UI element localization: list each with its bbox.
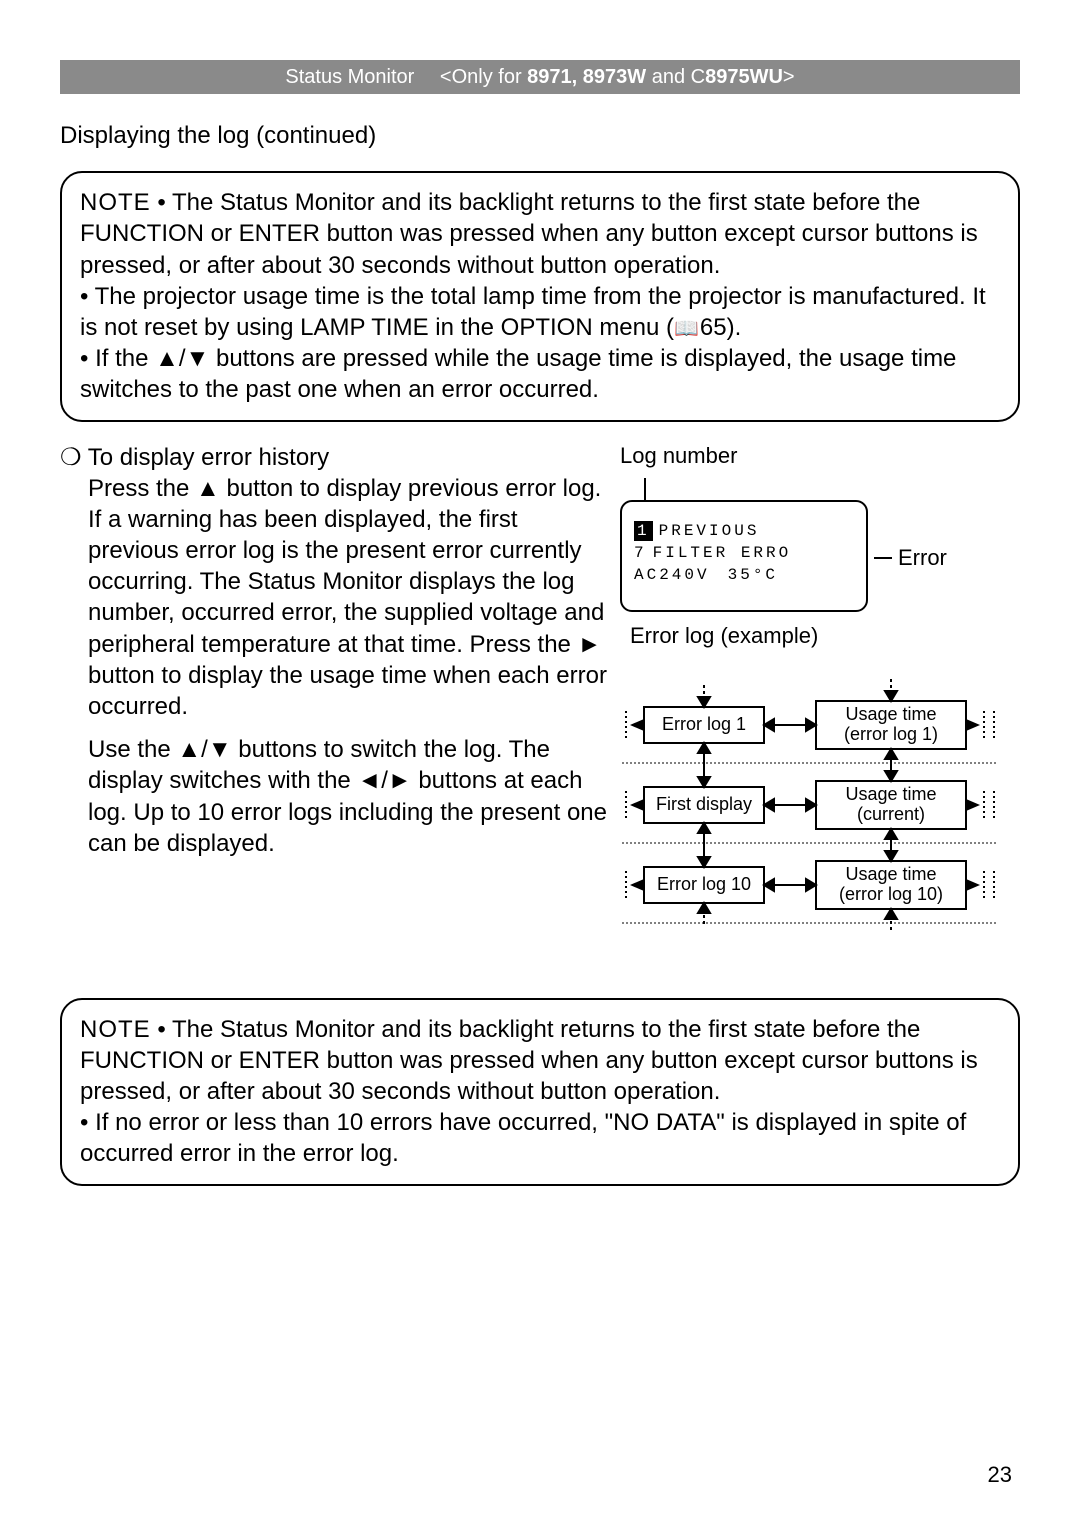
box-errorlog1: Error log 1 [662, 714, 746, 734]
row2-index: 7 [634, 543, 647, 564]
section-header: Status Monitor <Only for 8971, 8973W and… [60, 60, 1020, 94]
note2-line2: • If no error or less than 10 errors hav… [80, 1109, 966, 1167]
display-row-3: AC240V 35°C [634, 564, 854, 586]
row1-index: 1 [634, 521, 653, 542]
pointer-line [644, 478, 646, 500]
note-box-1: NOTE • The Status Monitor and its backli… [60, 171, 1020, 421]
status-monitor-display: 1 PREVIOUS 7 FILTER ERRO AC240V 35°C [620, 500, 868, 612]
section-name: Status Monitor [285, 66, 414, 88]
note1-line1: • The Status Monitor and its backlight r… [80, 189, 978, 278]
row3-right: 35°C [728, 565, 778, 586]
box-errorlog10: Error log 10 [657, 874, 751, 894]
note-lead: NOTE [80, 1016, 151, 1043]
display-row-1: 1 PREVIOUS [634, 520, 854, 542]
note1-line2-tail: ). [727, 314, 742, 341]
right-arrow-icon [578, 631, 602, 658]
up-arrow-icon [155, 345, 179, 372]
box-firstdisplay: First display [656, 794, 752, 814]
display-row-2: 7 FILTER ERRO [634, 542, 854, 564]
down-arrow-icon [208, 736, 232, 763]
left-arrow-icon [357, 767, 381, 794]
manual-page: Status Monitor <Only for 8971, 8973W and… [0, 0, 1080, 1532]
note1-ref: 65 [700, 314, 727, 341]
diagram-svg: Error log 1 First display Error log 10 U… [620, 667, 1000, 967]
right-arrow-icon [388, 767, 412, 794]
error-label: Error [898, 544, 947, 573]
note1-line2: • The projector usage time is the total … [80, 283, 986, 341]
svg-text:(current): (current) [857, 804, 925, 824]
note1-line3a: • If the [80, 345, 155, 372]
right-column: Log number 1 PREVIOUS 7 FILTER ERRO AC24… [620, 442, 1020, 974]
pointer-line-icon [874, 557, 892, 559]
svg-text:(error log 1): (error log 1) [844, 724, 938, 744]
error-log-caption: Error log (example) [630, 622, 1020, 651]
up-arrow-icon [177, 736, 201, 763]
mid-section: To display error history Press the butto… [60, 442, 1020, 974]
left-column: To display error history Press the butto… [60, 442, 610, 974]
svg-text:Usage time: Usage time [845, 864, 936, 884]
log-number-label: Log number [620, 442, 1020, 471]
down-arrow-icon [186, 345, 210, 372]
page-number: 23 [988, 1461, 1012, 1490]
note2-line1: • The Status Monitor and its backlight r… [80, 1016, 978, 1105]
row1-text: PREVIOUS [659, 521, 760, 542]
note1-line3b: buttons are pressed while the usage time… [80, 345, 956, 403]
only-for: <Only for 8971, 8973W and C8975WU> [440, 66, 795, 88]
row2-text: FILTER ERRO [653, 543, 792, 564]
left-para-2: Use the / buttons to switch the log. The… [88, 734, 610, 859]
svg-text:Usage time: Usage time [845, 704, 936, 724]
bullet-heading: To display error history [60, 442, 610, 473]
page-subtitle: Displaying the log (continued) [60, 120, 1020, 151]
state-diagram: Error log 1 First display Error log 10 U… [620, 667, 1000, 974]
up-arrow-icon [196, 475, 220, 502]
log-display-wrap: 1 PREVIOUS 7 FILTER ERRO AC240V 35°C Err… [620, 500, 1020, 612]
left-para-1: Press the button to display previous err… [88, 473, 610, 723]
svg-text:(error log 10): (error log 10) [839, 884, 943, 904]
book-icon [674, 312, 700, 343]
error-pointer: Error [874, 544, 947, 573]
row3-left: AC240V [634, 565, 710, 586]
note-box-2: NOTE • The Status Monitor and its backli… [60, 998, 1020, 1186]
note-lead: NOTE [80, 189, 151, 216]
svg-text:Usage time: Usage time [845, 784, 936, 804]
